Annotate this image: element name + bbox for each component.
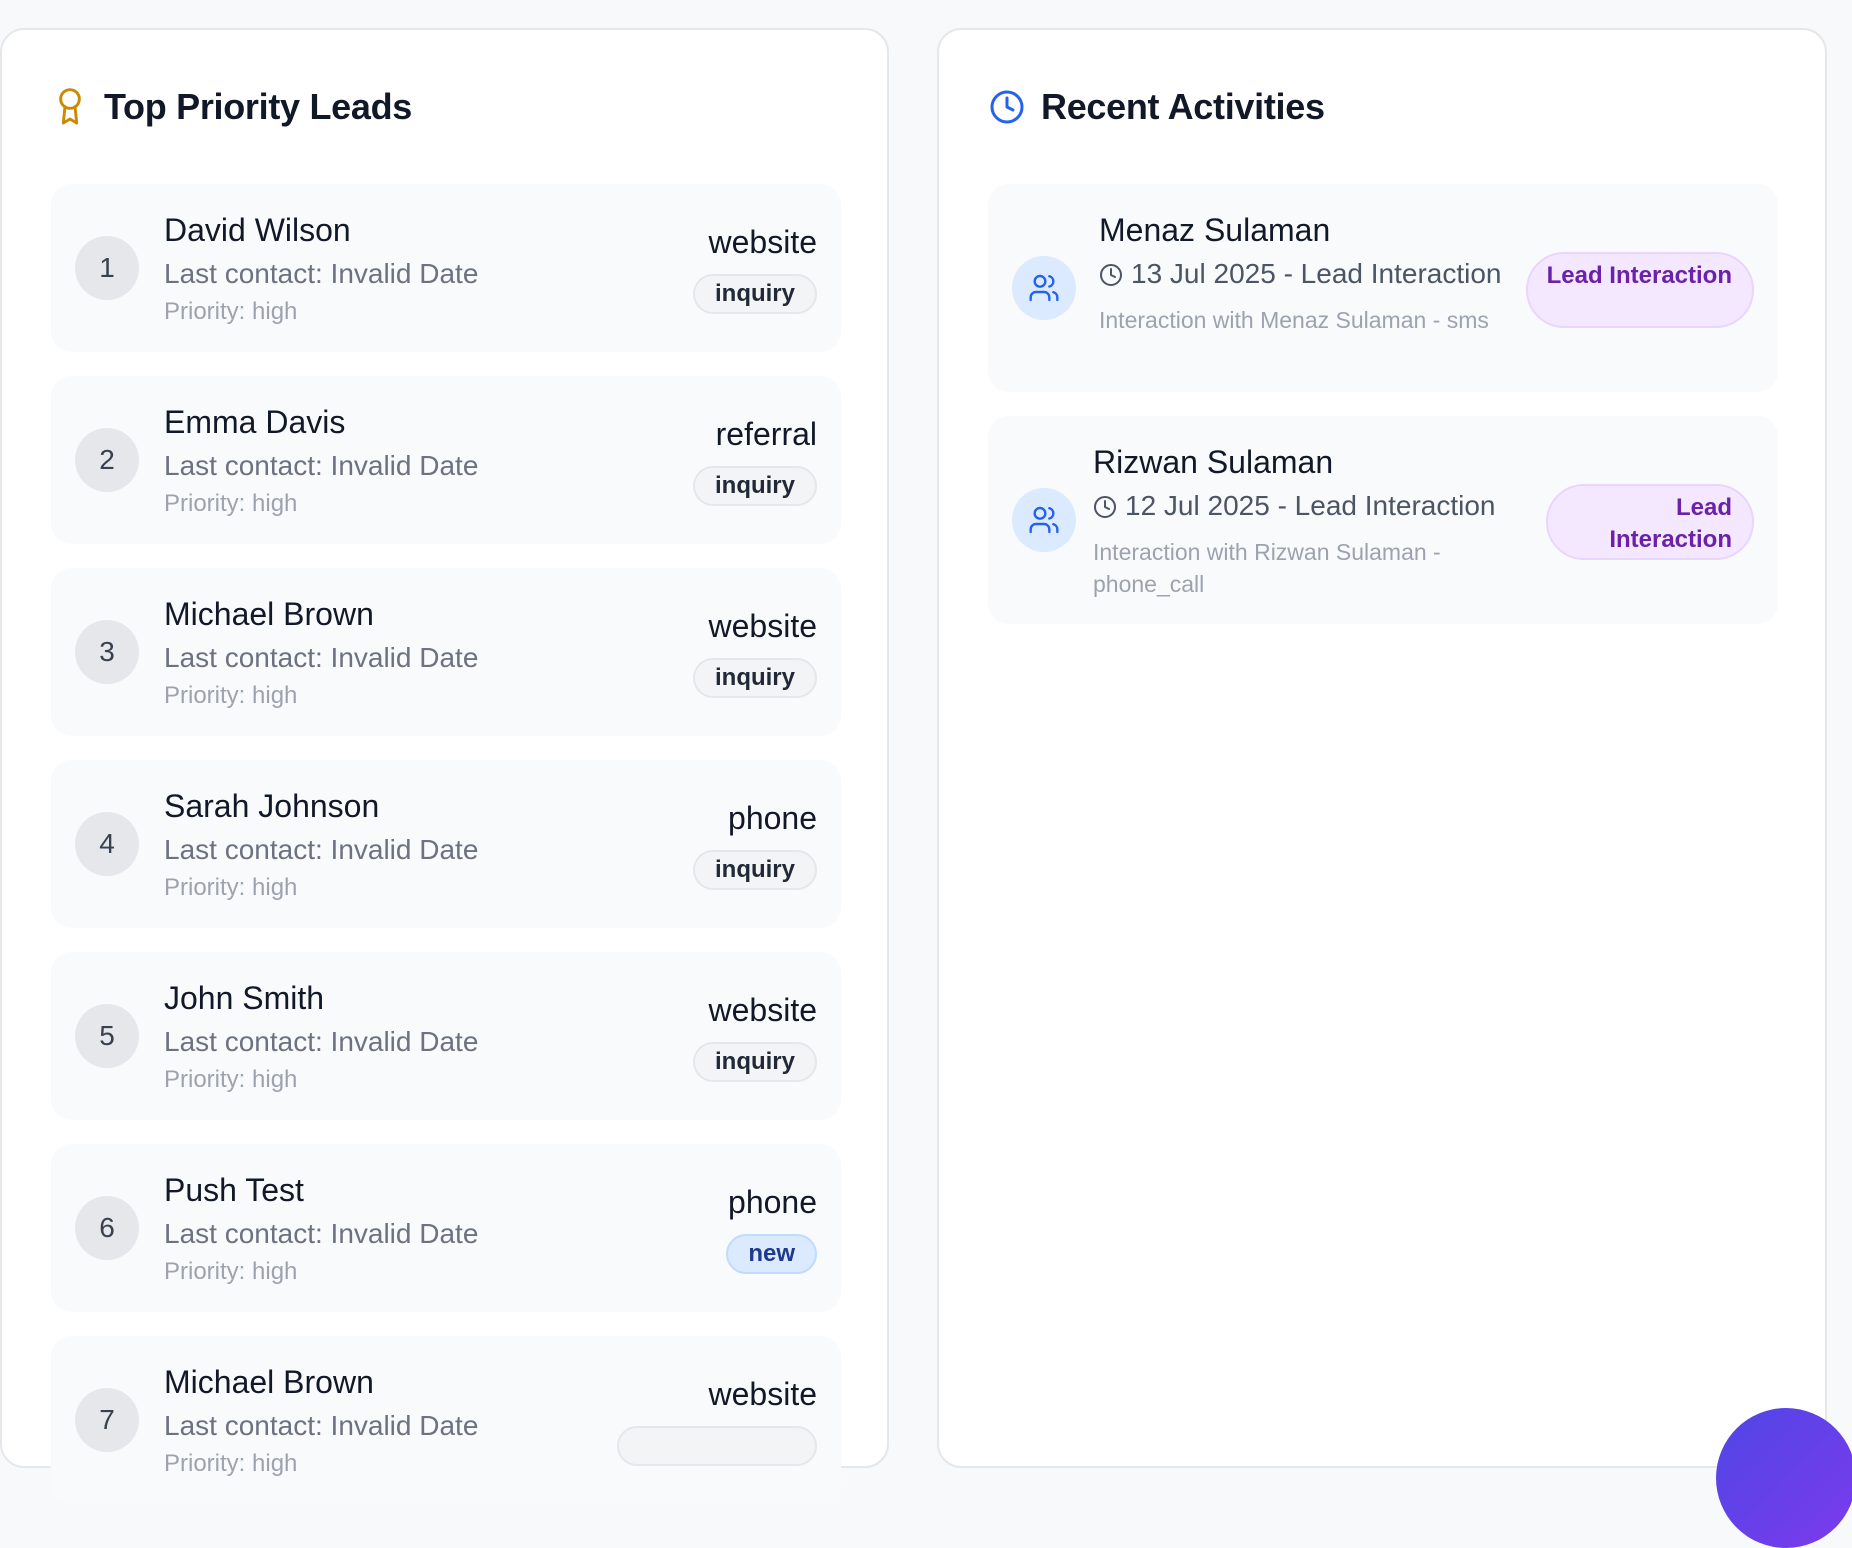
award-icon	[52, 88, 88, 125]
lead-list: 1 David Wilson Last contact: Invalid Dat…	[51, 184, 841, 1528]
lead-last-contact: Last contact: Invalid Date	[164, 1026, 479, 1057]
activities-panel-title: Recent Activities	[1041, 86, 1325, 127]
activity-description: Interaction with Rizwan Sulaman - phone_…	[1093, 539, 1441, 597]
lead-rank: 4	[75, 812, 139, 876]
lead-status-badge: inquiry	[692, 274, 817, 314]
lead-rank: 5	[75, 1004, 139, 1068]
activity-card[interactable]: Rizwan Sulaman 12 Jul 2025 - Lead Intera…	[988, 416, 1778, 624]
activity-name: Rizwan Sulaman	[1093, 444, 1334, 480]
activity-type-badge: Lead Interaction	[1526, 252, 1754, 328]
lead-last-contact: Last contact: Invalid Date	[164, 450, 479, 481]
clock-icon	[1099, 262, 1123, 286]
lead-name: John Smith	[164, 980, 325, 1016]
activity-list: Menaz Sulaman 13 Jul 2025 - Lead Interac…	[988, 184, 1778, 648]
lead-name: Sarah Johnson	[164, 788, 380, 824]
lead-source: website	[708, 1376, 818, 1412]
lead-card[interactable]: 4 Sarah Johnson Last contact: Invalid Da…	[51, 760, 841, 928]
lead-last-contact: Last contact: Invalid Date	[164, 642, 479, 673]
lead-status-badge: inquiry	[692, 658, 817, 698]
lead-source: website	[708, 992, 818, 1028]
lead-card[interactable]: 5 John Smith Last contact: Invalid Date …	[51, 952, 841, 1120]
lead-rank: 2	[75, 428, 139, 492]
lead-card[interactable]: 6 Push Test Last contact: Invalid Date P…	[51, 1144, 841, 1312]
lead-name: Push Test	[164, 1172, 304, 1208]
lead-status-badge: inquiry	[692, 466, 817, 506]
recent-activities-panel: Recent Activities Menaz Sulaman 13 Jul 2…	[937, 28, 1827, 1468]
lead-name: David Wilson	[164, 212, 351, 248]
lead-priority: Priority: high	[164, 1450, 298, 1477]
lead-last-contact: Last contact: Invalid Date	[164, 1410, 479, 1441]
lead-name: Michael Brown	[164, 1364, 374, 1400]
clock-icon	[1093, 494, 1117, 518]
activity-description: Interaction with Menaz Sulaman - sms	[1099, 307, 1489, 333]
activity-card[interactable]: Menaz Sulaman 13 Jul 2025 - Lead Interac…	[988, 184, 1778, 392]
lead-name: Emma Davis	[164, 404, 346, 440]
activity-type-badge: Lead Interaction	[1546, 484, 1754, 560]
leads-panel-header: Top Priority Leads	[52, 86, 412, 128]
lead-source: referral	[715, 416, 817, 452]
lead-card[interactable]: 2 Emma Davis Last contact: Invalid Date …	[51, 376, 841, 544]
floating-action-button[interactable]	[1716, 1408, 1852, 1548]
lead-rank: 6	[75, 1196, 139, 1260]
lead-priority: Priority: high	[164, 298, 298, 325]
lead-card[interactable]: 7 Michael Brown Last contact: Invalid Da…	[51, 1336, 841, 1504]
lead-status-badge: inquiry	[692, 1042, 817, 1082]
leads-panel-title: Top Priority Leads	[104, 86, 412, 127]
lead-last-contact: Last contact: Invalid Date	[164, 834, 479, 865]
lead-priority: Priority: high	[164, 874, 298, 901]
lead-card[interactable]: 1 David Wilson Last contact: Invalid Dat…	[51, 184, 841, 352]
lead-source: phone	[728, 1184, 817, 1220]
activity-meta: 13 Jul 2025 - Lead Interaction	[1099, 258, 1501, 290]
lead-priority: Priority: high	[164, 682, 298, 709]
lead-card[interactable]: 3 Michael Brown Last contact: Invalid Da…	[51, 568, 841, 736]
lead-source: phone	[728, 800, 817, 836]
lead-source: website	[708, 224, 818, 260]
activity-name: Menaz Sulaman	[1099, 212, 1331, 248]
lead-last-contact: Last contact: Invalid Date	[164, 1218, 479, 1249]
users-icon	[1012, 488, 1076, 552]
lead-priority: Priority: high	[164, 490, 298, 517]
activity-meta-text: 12 Jul 2025 - Lead Interaction	[1125, 490, 1496, 521]
lead-status-badge	[617, 1426, 817, 1466]
users-icon	[1012, 256, 1076, 320]
lead-rank: 3	[75, 620, 139, 684]
lead-name: Michael Brown	[164, 596, 374, 632]
lead-status-badge: new	[726, 1234, 817, 1274]
top-priority-leads-panel: Top Priority Leads 1 David Wilson Last c…	[0, 28, 889, 1504]
activity-meta: 12 Jul 2025 - Lead Interaction	[1093, 490, 1495, 522]
lead-source: website	[708, 608, 818, 644]
lead-priority: Priority: high	[164, 1066, 298, 1093]
lead-priority: Priority: high	[164, 1258, 298, 1285]
lead-status-badge: inquiry	[692, 850, 817, 890]
clock-icon	[989, 89, 1025, 125]
activities-panel-header: Recent Activities	[989, 86, 1325, 128]
lead-rank: 7	[75, 1388, 139, 1452]
lead-rank: 1	[75, 236, 139, 300]
lead-last-contact: Last contact: Invalid Date	[164, 258, 479, 289]
activity-meta-text: 13 Jul 2025 - Lead Interaction	[1131, 258, 1502, 289]
